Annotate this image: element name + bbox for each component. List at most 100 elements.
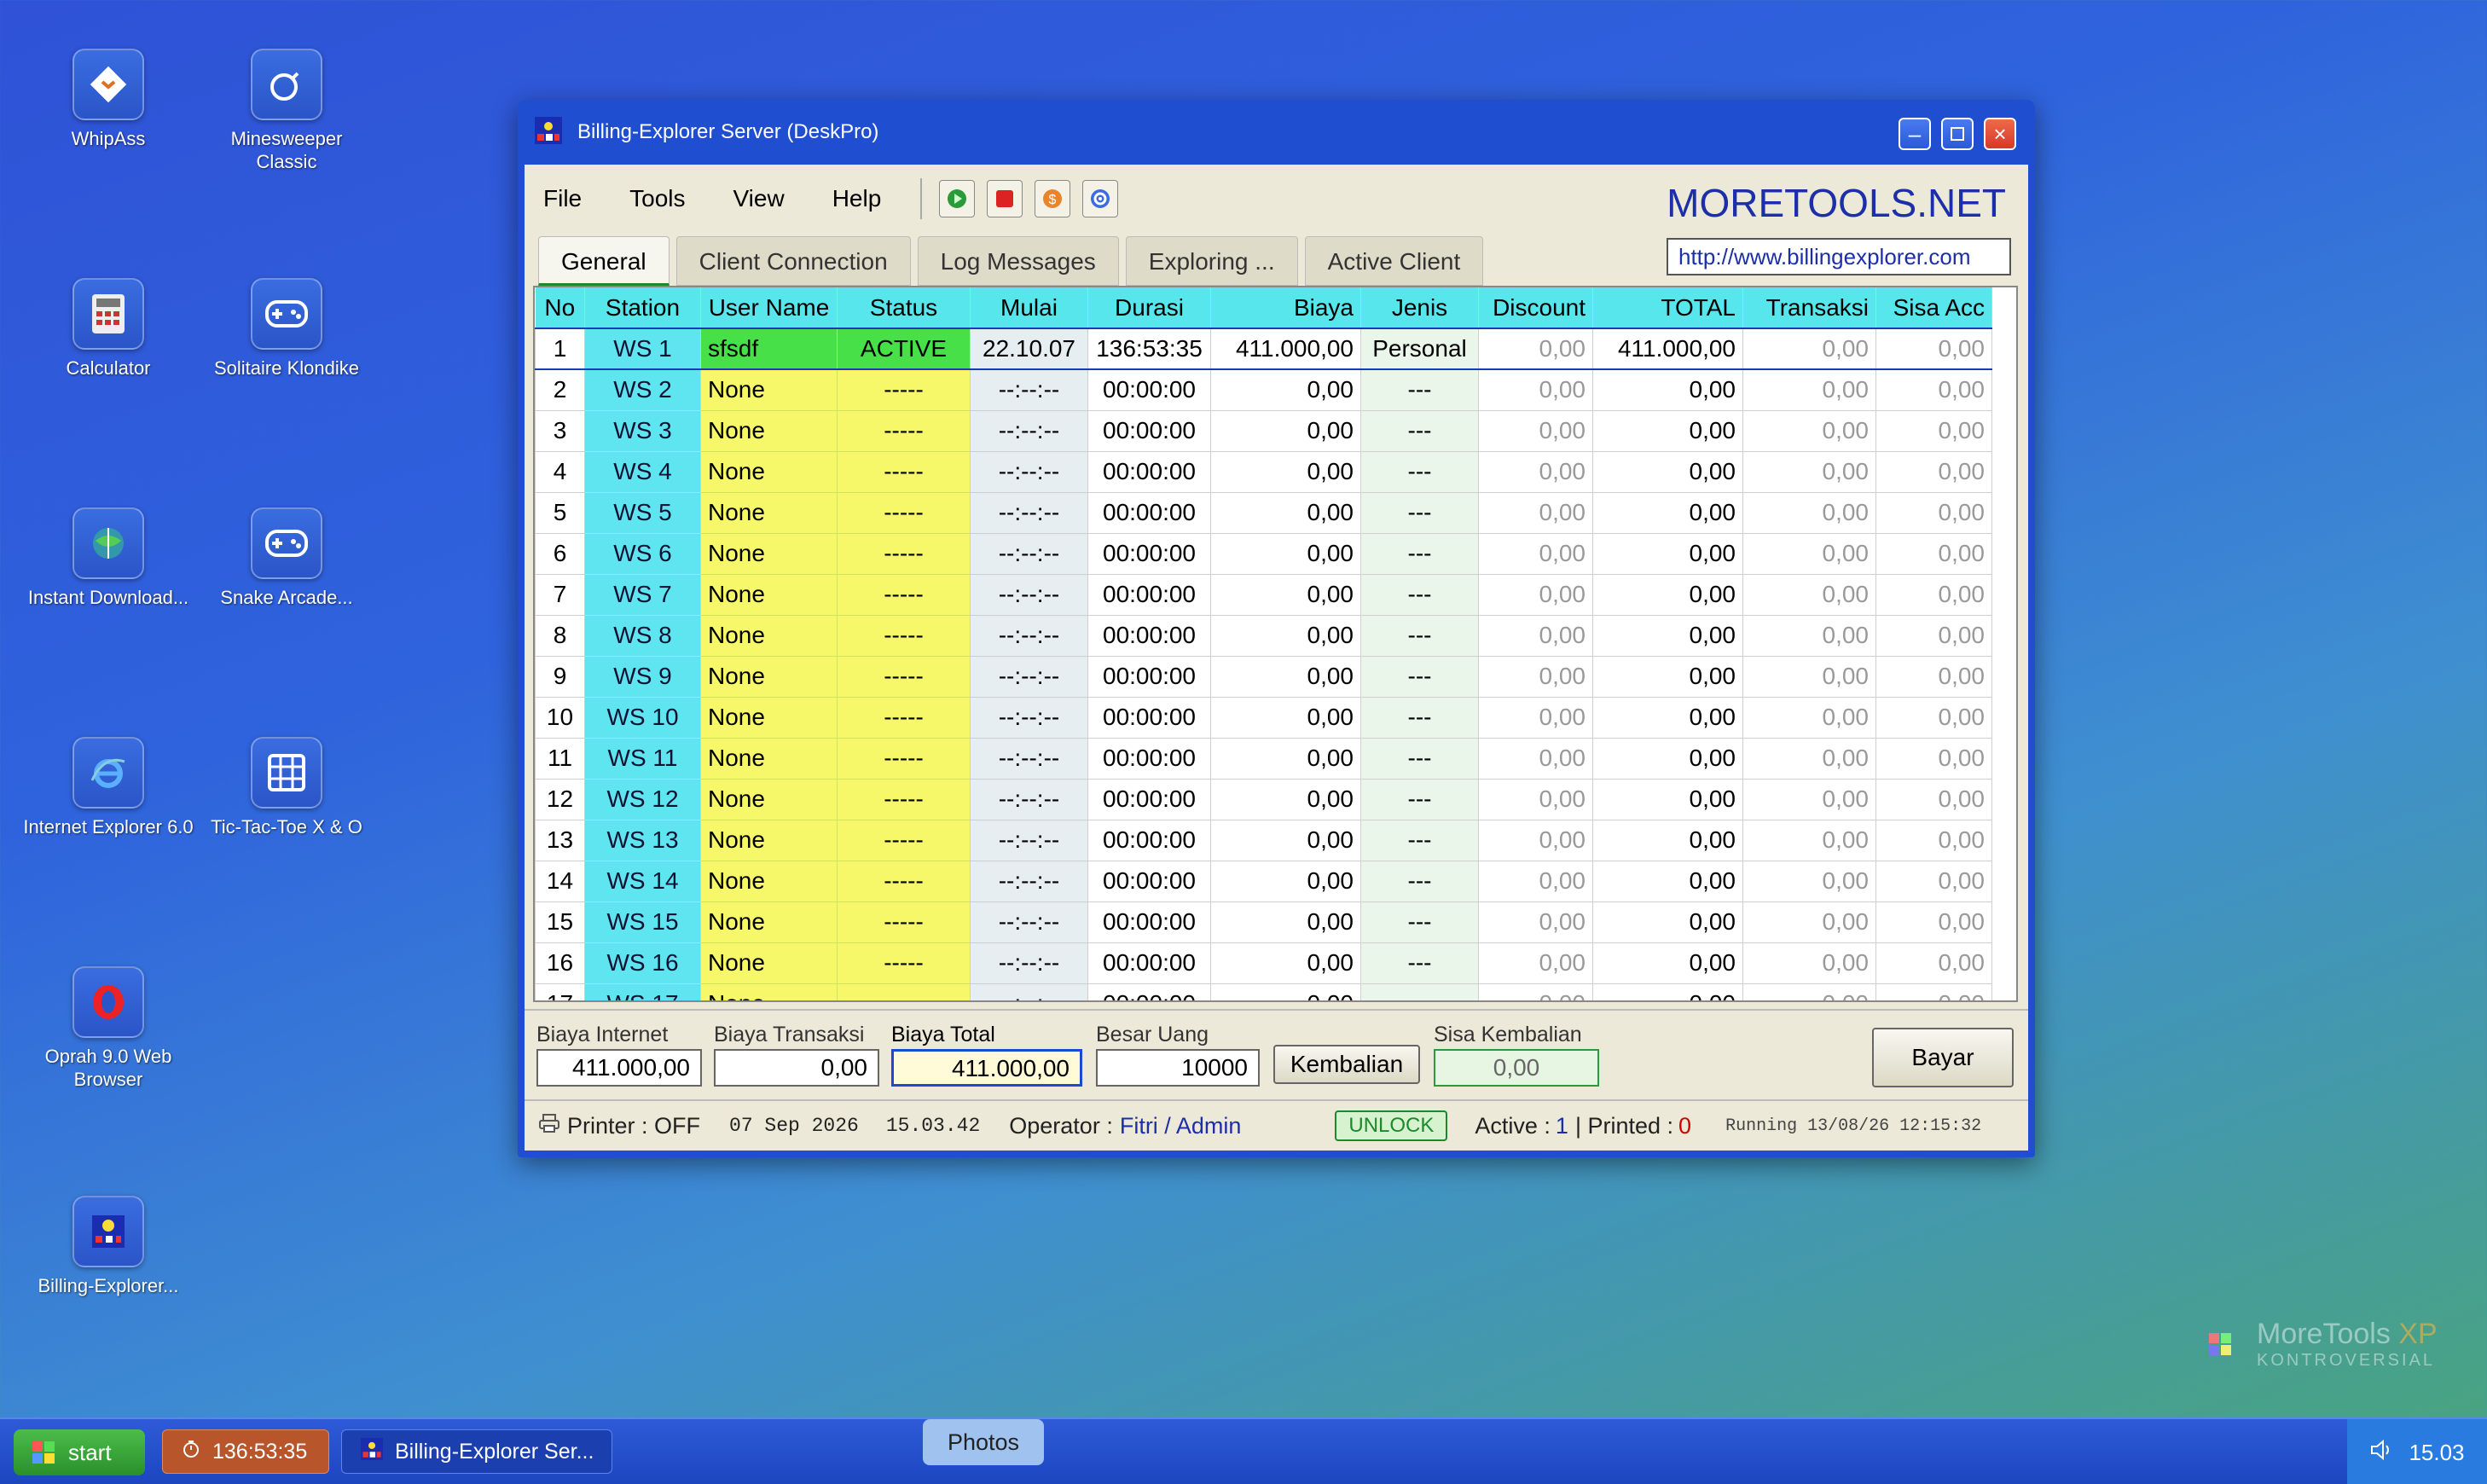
table-row[interactable]: 6 WS 6 None ----- --:--:-- 00:00:00 0,00 --- 0,0… — [535, 532, 1992, 575]
cell-transaksi: 0,00 — [1742, 655, 1876, 698]
biaya-transaksi-field[interactable]: 0,00 — [714, 1049, 879, 1087]
biaya-total-field[interactable]: 411.000,00 — [891, 1049, 1082, 1087]
column-header-user-name[interactable]: User Name — [700, 287, 838, 328]
gamepad-icon — [251, 507, 322, 579]
sisa-kembalian-field[interactable]: 0,00 — [1434, 1049, 1599, 1087]
cell-user-name: None — [700, 614, 838, 657]
stations-grid[interactable]: No Station User Name Status Mulai Durasi Biaya… — [533, 286, 2018, 1002]
stop-button[interactable] — [987, 180, 1023, 217]
table-row[interactable]: 11 WS 11 None ----- --:--:-- 00:00:00 0,00 --- 0… — [535, 737, 1992, 780]
table-row[interactable]: 15 WS 15 None ----- --:--:-- 00:00:00 0,00 --- 0… — [535, 901, 1992, 943]
column-header-discount[interactable]: Discount — [1478, 287, 1593, 328]
billing-button[interactable]: $ — [1035, 180, 1071, 217]
app-icon — [361, 1437, 383, 1466]
maximize-button[interactable] — [1941, 118, 1974, 150]
window-titlebar[interactable]: Billing-Explorer Server (DeskPro) – × — [518, 100, 2035, 165]
table-row[interactable]: 9 WS 9 None ----- --:--:-- 00:00:00 0,00 --- 0,0… — [535, 655, 1992, 698]
table-row[interactable]: 4 WS 4 None ----- --:--:-- 00:00:00 0,00 --- 0,0… — [535, 450, 1992, 493]
table-row[interactable]: 10 WS 10 None ----- --:--:-- 00:00:00 0,00 --- 0… — [535, 696, 1992, 739]
desktop-icon-oprah-browser[interactable]: Oprah 9.0 Web Browser — [23, 966, 194, 1091]
cell-discount: 0,00 — [1478, 655, 1593, 698]
start-button[interactable]: start — [14, 1429, 145, 1475]
menu-view[interactable]: View — [733, 185, 785, 212]
table-row[interactable]: 1 WS 1 sfsdf ACTIVE 22.10.07 136:53:35 411.000… — [535, 328, 1992, 370]
cell-mulai: --:--:-- — [970, 409, 1088, 452]
volume-icon[interactable] — [2369, 1439, 2395, 1467]
cell-station: WS 17 — [584, 983, 701, 1000]
column-header-jenis[interactable]: Jenis — [1360, 287, 1479, 328]
cell-status: ACTIVE — [837, 328, 971, 370]
cell-jenis: --- — [1360, 614, 1479, 657]
column-header-no[interactable]: No — [535, 287, 585, 328]
desktop-icon-whipass[interactable]: WhipAss — [23, 49, 194, 150]
table-row[interactable]: 2 WS 2 None ----- --:--:-- 00:00:00 0,00 --- 0,0… — [535, 368, 1992, 411]
bayar-button[interactable]: Bayar — [1872, 1028, 2014, 1087]
desktop-icon-instant-download[interactable]: Instant Download... — [23, 507, 194, 609]
cell-mulai: --:--:-- — [970, 655, 1088, 698]
cell-biaya: 0,00 — [1210, 778, 1361, 820]
table-row[interactable]: 13 WS 13 None ----- --:--:-- 00:00:00 0,00 --- 0… — [535, 819, 1992, 861]
column-header-sisa-acc[interactable]: Sisa Acc — [1875, 287, 1992, 328]
column-header-biaya[interactable]: Biaya — [1210, 287, 1361, 328]
cell-station: WS 1 — [584, 328, 701, 370]
biaya-internet-field[interactable]: 411.000,00 — [536, 1049, 702, 1087]
table-row[interactable]: 7 WS 7 None ----- --:--:-- 00:00:00 0,00 --- 0,0… — [535, 573, 1992, 616]
table-row[interactable]: 3 WS 3 None ----- --:--:-- 00:00:00 0,00 --- 0,0… — [535, 409, 1992, 452]
besar-uang-group: Besar Uang 10000 — [1096, 1023, 1260, 1087]
active-label: Active : — [1475, 1112, 1551, 1139]
table-row[interactable]: 8 WS 8 None ----- --:--:-- 00:00:00 0,00 --- 0,0… — [535, 614, 1992, 657]
cell-sisa-acc: 0,00 — [1875, 819, 1992, 861]
start-button[interactable] — [939, 180, 976, 217]
cell-mulai: --:--:-- — [970, 860, 1088, 902]
besar-uang-input[interactable]: 10000 — [1096, 1049, 1260, 1087]
desktop-icon-minesweeper[interactable]: Minesweeper Classic — [201, 49, 372, 173]
tab-log-messages[interactable]: Log Messages — [917, 236, 1119, 286]
cell-user-name: None — [700, 491, 838, 534]
website-link[interactable]: http://www.billingexplorer.com — [1667, 238, 2011, 275]
cell-discount: 0,00 — [1478, 328, 1593, 370]
cell-no: 10 — [535, 696, 585, 739]
cell-total: 0,00 — [1592, 778, 1743, 820]
tab-general[interactable]: General — [538, 236, 670, 286]
desktop-icon-snake[interactable]: Snake Arcade... — [201, 507, 372, 609]
column-header-total[interactable]: TOTAL — [1592, 287, 1743, 328]
table-row[interactable]: 14 WS 14 None ----- --:--:-- 00:00:00 0,00 --- 0… — [535, 860, 1992, 902]
menu-file[interactable]: File — [543, 185, 582, 212]
desktop-icon-tictactoe[interactable]: Tic-Tac-Toe X & O — [201, 737, 372, 838]
desktop-icon-solitaire[interactable]: Solitaire Klondike — [201, 278, 372, 380]
cell-mulai: --:--:-- — [970, 942, 1088, 984]
cell-sisa-acc: 0,00 — [1875, 942, 1992, 984]
menu-tools[interactable]: Tools — [629, 185, 685, 212]
cell-total: 0,00 — [1592, 819, 1743, 861]
billing-explorer-taskbar-item[interactable]: Billing-Explorer Ser... — [341, 1429, 612, 1474]
cell-transaksi: 0,00 — [1742, 491, 1876, 534]
watermark-title: MoreTools — [2257, 1318, 2391, 1350]
column-header-status[interactable]: Status — [837, 287, 971, 328]
desktop-icon-internet-explorer[interactable]: Internet Explorer 6.0 — [23, 737, 194, 838]
minimize-button[interactable]: – — [1899, 118, 1931, 150]
kembalian-button[interactable]: Kembalian — [1273, 1045, 1420, 1084]
unlock-badge[interactable]: UNLOCK — [1335, 1110, 1448, 1141]
cell-total: 411.000,00 — [1592, 328, 1743, 370]
table-row[interactable]: 17WS 17None-------:--:--00:00:000,00---0… — [535, 983, 1992, 1000]
menu-help[interactable]: Help — [832, 185, 882, 212]
settings-button[interactable] — [1082, 180, 1119, 217]
timer-taskbar-item[interactable]: 136:53:35 — [162, 1429, 329, 1474]
column-header-durasi[interactable]: Durasi — [1087, 287, 1211, 328]
desktop-icon-calculator[interactable]: Calculator — [23, 278, 194, 380]
tab-client-connection[interactable]: Client Connection — [675, 236, 911, 286]
tab-active-client[interactable]: Active Client — [1304, 236, 1484, 286]
table-row[interactable]: 12 WS 12 None ----- --:--:-- 00:00:00 0,00 --- 0… — [535, 778, 1992, 820]
column-header-station[interactable]: Station — [584, 287, 701, 328]
column-header-transaksi[interactable]: Transaksi — [1742, 287, 1876, 328]
cell-durasi: 00:00:00 — [1087, 860, 1211, 902]
table-row[interactable]: 5 WS 5 None ----- --:--:-- 00:00:00 0,00 --- 0,0… — [535, 491, 1992, 534]
table-row[interactable]: 16 WS 16 None ----- --:--:-- 00:00:00 0,00 --- 0… — [535, 942, 1992, 984]
desktop-icon-label: Internet Explorer 6.0 — [23, 816, 194, 838]
cell-biaya: 0,00 — [1210, 614, 1361, 657]
column-header-mulai[interactable]: Mulai — [970, 287, 1088, 328]
payment-panel: Biaya Internet 411.000,00 Biaya Transaks… — [525, 1009, 2028, 1094]
close-button[interactable]: × — [1984, 118, 2016, 150]
tab-exploring[interactable]: Exploring ... — [1125, 236, 1298, 286]
desktop-icon-billing-explorer[interactable]: Billing-Explorer... — [23, 1196, 194, 1297]
